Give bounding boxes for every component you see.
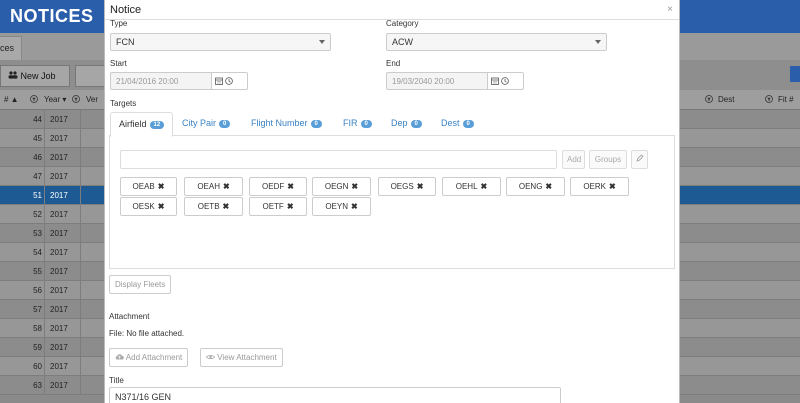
category-select[interactable]: ACW <box>386 33 607 51</box>
eye-icon <box>206 353 215 362</box>
count-badge: 0 <box>310 120 322 128</box>
start-input[interactable]: 21/04/2016 20:00 <box>110 72 212 90</box>
remove-icon[interactable]: ✖ <box>609 182 616 191</box>
count-badge: 0 <box>219 120 231 128</box>
tab-notices[interactable]: ces <box>0 36 22 60</box>
remove-icon[interactable]: ✖ <box>481 182 488 191</box>
calendar-icon[interactable] <box>215 76 223 85</box>
calendar-icon[interactable] <box>491 76 499 85</box>
remove-icon[interactable]: ✖ <box>287 202 294 211</box>
filter-icon[interactable] <box>72 95 80 105</box>
targets-label: Targets <box>110 99 137 108</box>
type-select[interactable]: FCN <box>110 33 331 51</box>
airfield-input[interactable] <box>120 150 557 169</box>
remove-icon[interactable]: ✖ <box>351 202 358 211</box>
title-label: Title <box>109 376 124 385</box>
type-label: Type <box>110 19 128 28</box>
title-input[interactable]: N371/16 GEN <box>109 387 561 403</box>
tab-flight-number[interactable]: Flight Number 0 <box>251 112 322 136</box>
remove-icon[interactable]: ✖ <box>158 182 165 191</box>
remove-icon[interactable]: ✖ <box>223 202 230 211</box>
airfield-chip[interactable]: OETB ✖ <box>184 197 243 216</box>
display-fleets-button[interactable]: Display Fleets <box>109 275 172 294</box>
start-picker[interactable] <box>212 72 248 90</box>
tab-dest[interactable]: Dest 0 <box>441 112 474 136</box>
tab-fir[interactable]: FIR 0 <box>343 112 372 136</box>
airfield-chip[interactable]: OESK ✖ <box>120 197 177 216</box>
caret-down-icon <box>595 40 601 44</box>
count-badge: 0 <box>360 120 372 128</box>
add-button[interactable]: Add <box>562 150 585 169</box>
edit-button[interactable] <box>631 150 648 169</box>
remove-icon[interactable]: ✖ <box>417 182 424 191</box>
target-tabs: Airfield 12 City Pair 0 Flight Number 0 FIR… <box>109 112 675 137</box>
remove-icon[interactable]: ✖ <box>223 182 230 191</box>
clock-icon[interactable] <box>225 76 234 85</box>
file-status: File: No file attached. <box>109 329 185 338</box>
end-picker[interactable] <box>488 72 524 90</box>
col-ver[interactable]: Ver <box>86 95 98 104</box>
attachment-label: Attachment <box>109 312 150 321</box>
clock-icon[interactable] <box>501 76 510 85</box>
end-input[interactable]: 19/03/2040 20:00 <box>386 72 488 90</box>
filter-icon[interactable] <box>705 95 713 105</box>
col-fit[interactable]: Fit # <box>778 95 794 104</box>
view-attachment-button[interactable]: View Attachment <box>200 348 283 367</box>
col-year[interactable]: Year ▾ <box>44 95 66 104</box>
modal-header: Notice × <box>105 0 679 20</box>
count-badge: 12 <box>149 121 165 129</box>
airfield-chip[interactable]: OENG ✖ <box>506 177 565 196</box>
airfield-chip[interactable]: OETF ✖ <box>249 197 307 216</box>
close-icon[interactable]: × <box>667 4 673 15</box>
pencil-icon <box>635 154 644 164</box>
toolbar-blue-button[interactable] <box>790 66 800 82</box>
notice-modal: Notice × Type FCN Category ACW Start 21/… <box>104 0 680 403</box>
airfield-chip[interactable]: OEHL ✖ <box>442 177 501 196</box>
toolbar-button[interactable] <box>75 65 105 87</box>
new-job-button[interactable]: New Job <box>0 65 70 87</box>
remove-icon[interactable]: ✖ <box>287 182 294 191</box>
new-job-label: New Job <box>20 71 56 81</box>
count-badge: 0 <box>410 120 422 128</box>
tab-airfield[interactable]: Airfield 12 <box>110 112 174 137</box>
modal-title: Notice <box>110 4 142 16</box>
filter-icon[interactable] <box>30 95 38 105</box>
groups-button[interactable]: Groups <box>589 150 627 169</box>
remove-icon[interactable]: ✖ <box>158 202 165 211</box>
add-attachment-button[interactable]: Add Attachment <box>109 348 189 367</box>
tab-dep[interactable]: Dep 0 <box>391 112 422 136</box>
airfield-chip[interactable]: OEAB ✖ <box>120 177 177 196</box>
tab-city-pair[interactable]: City Pair 0 <box>182 112 231 136</box>
airfield-chip[interactable]: OEAH ✖ <box>184 177 243 196</box>
airfield-chip[interactable]: OEGS ✖ <box>378 177 436 196</box>
airfield-chip[interactable]: OEDF ✖ <box>249 177 307 196</box>
airfield-chip[interactable]: OEYN ✖ <box>312 197 371 216</box>
category-label: Category <box>386 19 419 28</box>
users-icon <box>8 71 21 81</box>
airfield-chip[interactable]: OERK ✖ <box>570 177 629 196</box>
remove-icon[interactable]: ✖ <box>545 182 552 191</box>
remove-icon[interactable]: ✖ <box>351 182 358 191</box>
start-label: Start <box>110 59 127 68</box>
cloud-upload-icon <box>115 353 124 362</box>
airfield-chip[interactable]: OEGN ✖ <box>312 177 371 196</box>
target-panel: Add Groups OEAB ✖ OEAH ✖ OEDF ✖ OEGN ✖ OEGS ✖… <box>109 136 675 269</box>
filter-icon[interactable] <box>765 95 773 105</box>
col-dest[interactable]: Dest <box>718 95 734 104</box>
end-label: End <box>386 59 401 68</box>
caret-down-icon <box>319 40 325 44</box>
app-title: NOTICES <box>10 6 94 26</box>
count-badge: 0 <box>462 120 474 128</box>
col-num[interactable]: # ▲ <box>4 95 19 104</box>
